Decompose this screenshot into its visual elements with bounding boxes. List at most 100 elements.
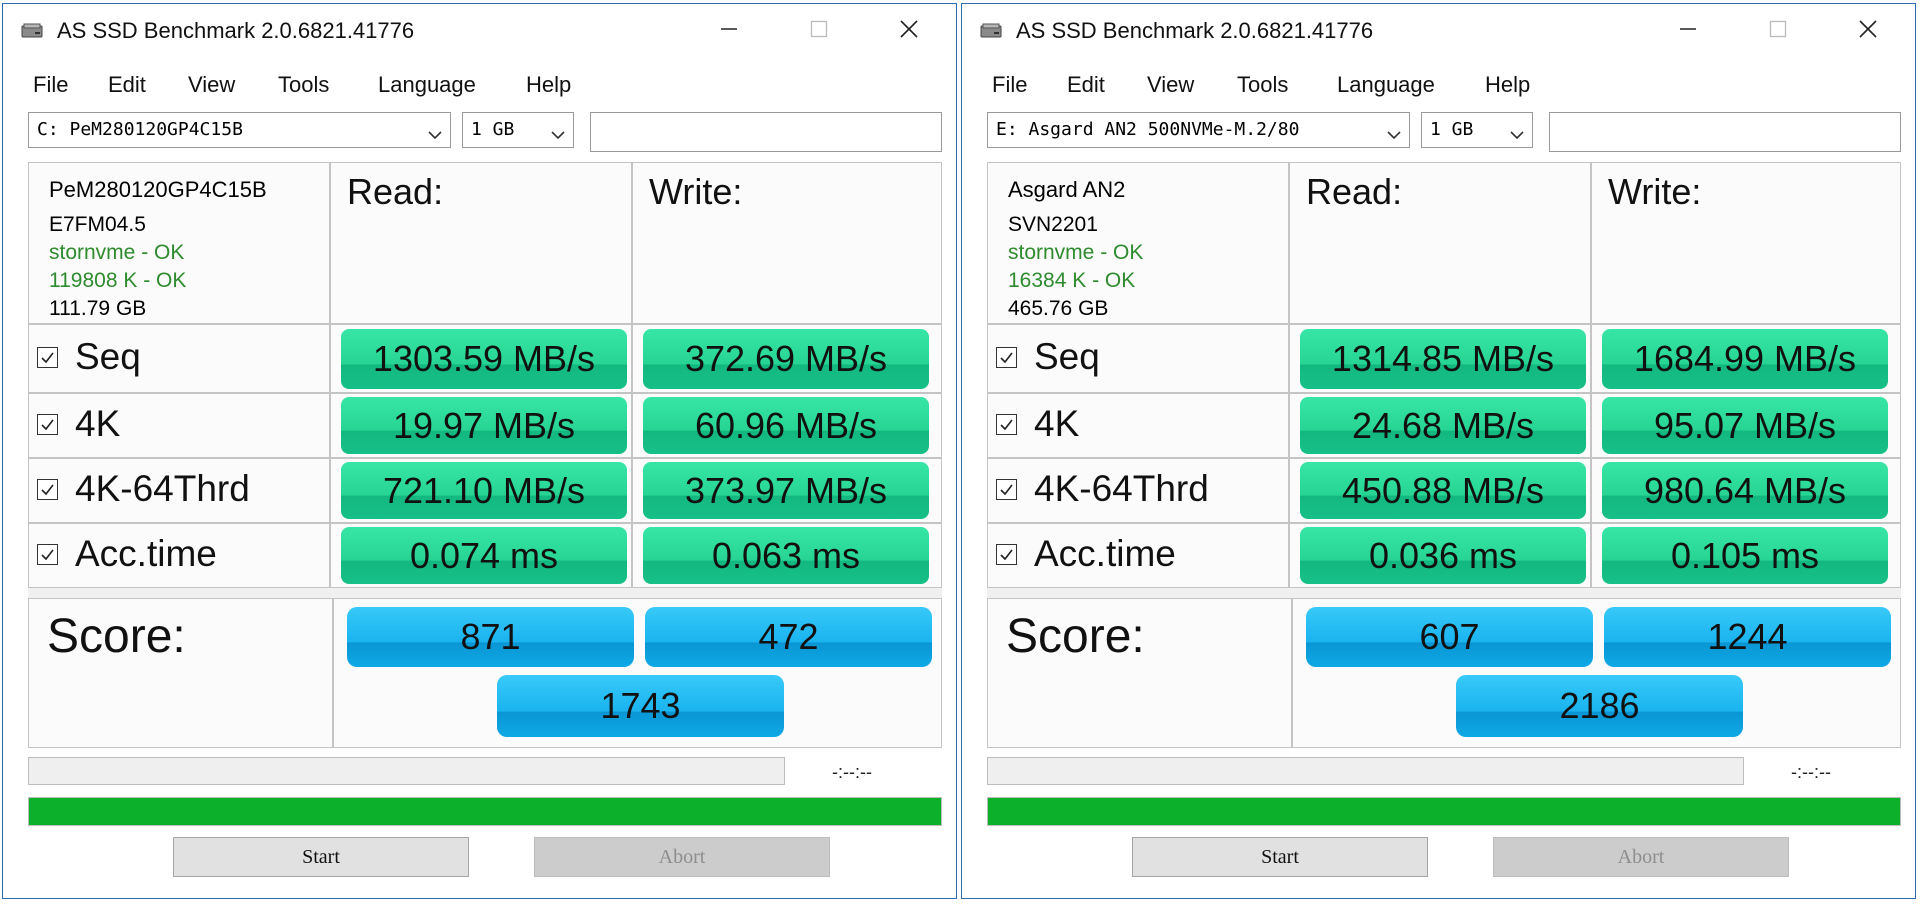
total-score: 2186 — [1456, 675, 1743, 737]
size-select[interactable]: 1 GB — [462, 112, 574, 148]
drive-firmware: E7FM04.5 — [49, 213, 146, 236]
title-bar[interactable]: AS SSD Benchmark 2.0.6821.41776 — [962, 4, 1915, 58]
write-score: 472 — [645, 607, 932, 667]
chevron-down-icon — [1510, 124, 1524, 145]
menu-help[interactable]: Help — [526, 72, 571, 98]
window-title: AS SSD Benchmark 2.0.6821.41776 — [1016, 18, 1374, 43]
seq-write-result: 1684.99 MB/s — [1602, 329, 1888, 389]
close-button[interactable] — [1832, 10, 1904, 52]
chevron-down-icon — [1387, 124, 1401, 145]
drive-icon — [980, 23, 1002, 39]
alignment-status: 16384 K - OK — [1008, 269, 1136, 292]
check-icon — [1000, 352, 1013, 364]
drive-info-panel: PeM280120GP4C15B E7FM04.5 stornvme - OK … — [28, 162, 330, 324]
menu-file[interactable]: File — [992, 72, 1027, 98]
size-select[interactable]: 1 GB — [1421, 112, 1533, 148]
maximize-icon — [1769, 20, 1787, 43]
drive-select[interactable]: C: PeM280120GP4C15B — [28, 112, 451, 148]
title-bar[interactable]: AS SSD Benchmark 2.0.6821.41776 — [3, 4, 956, 58]
minimize-icon — [720, 20, 738, 43]
drive-capacity: 111.79 GB — [49, 297, 147, 320]
test-label-4k-64thrd: 4K-64Thrd — [1034, 468, 1209, 509]
4k-64thrd-write-result: 373.97 MB/s — [643, 462, 929, 519]
4k-64thrd-checkbox[interactable] — [996, 479, 1017, 500]
test-label-acc-time: Acc.time — [1034, 533, 1176, 574]
drive-icon — [21, 23, 43, 39]
benchmark-window-1: AS SSD Benchmark 2.0.6821.41776 File Edi… — [2, 3, 957, 899]
seq-checkbox[interactable] — [996, 347, 1017, 368]
check-icon — [1000, 419, 1013, 431]
maximize-button[interactable] — [1742, 10, 1814, 52]
maximize-button[interactable] — [783, 10, 855, 52]
4k-write-result: 95.07 MB/s — [1602, 397, 1888, 454]
drive-select[interactable]: E: Asgard AN2 500NVMe-M.2/80 — [987, 112, 1410, 148]
read-header-label: Read: — [1306, 171, 1403, 212]
menu-language[interactable]: Language — [378, 72, 476, 98]
seq-write-result: 372.69 MB/s — [643, 329, 929, 389]
menu-bar: File Edit View Tools Language Help — [962, 64, 1915, 100]
4k-64thrd-read-result: 721.10 MB/s — [341, 462, 627, 519]
menu-view[interactable]: View — [188, 72, 235, 98]
drive-model: PeM280120GP4C15B — [49, 177, 267, 202]
minimize-button[interactable] — [1652, 10, 1724, 52]
acc-time-write-result: 0.063 ms — [643, 527, 929, 584]
menu-file[interactable]: File — [33, 72, 68, 98]
4k-64thrd-write-result: 980.64 MB/s — [1602, 462, 1888, 519]
check-icon — [1000, 484, 1013, 496]
test-row-4k-64thrd: 4K-64Thrd — [987, 458, 1289, 523]
notes-input[interactable] — [590, 112, 942, 152]
drive-select-value: C: PeM280120GP4C15B — [37, 119, 243, 140]
close-button[interactable] — [873, 10, 945, 52]
overall-progress-bar — [987, 797, 1901, 826]
menu-view[interactable]: View — [1147, 72, 1194, 98]
check-icon — [1000, 549, 1013, 561]
menu-edit[interactable]: Edit — [1067, 72, 1105, 98]
test-label-4k: 4K — [1034, 403, 1080, 444]
acc-time-checkbox[interactable] — [37, 544, 58, 565]
acc-time-write-result: 0.105 ms — [1602, 527, 1888, 584]
write-header-label: Write: — [1608, 171, 1702, 212]
overall-progress-bar — [28, 797, 942, 826]
menu-language[interactable]: Language — [1337, 72, 1435, 98]
minimize-button[interactable] — [693, 10, 765, 52]
4k-64thrd-checkbox[interactable] — [37, 479, 58, 500]
score-label-cell: Score: — [28, 598, 333, 748]
abort-button[interactable]: Abort — [534, 837, 830, 877]
acc-time-read-result: 0.074 ms — [341, 527, 627, 584]
seq-read-result: 1303.59 MB/s — [341, 329, 627, 389]
abort-button[interactable]: Abort — [1493, 837, 1789, 877]
menu-bar: File Edit View Tools Language Help — [3, 64, 956, 100]
seq-checkbox[interactable] — [37, 347, 58, 368]
drive-model: Asgard AN2 — [1008, 177, 1126, 202]
start-button[interactable]: Start — [173, 837, 469, 877]
elapsed-time: -:--:-- — [832, 762, 872, 782]
benchmark-window-2: AS SSD Benchmark 2.0.6821.41776 File Edi… — [961, 3, 1916, 899]
4k-checkbox[interactable] — [996, 414, 1017, 435]
drive-firmware: SVN2201 — [1008, 213, 1098, 236]
menu-tools[interactable]: Tools — [1237, 72, 1288, 98]
menu-help[interactable]: Help — [1485, 72, 1530, 98]
4k-checkbox[interactable] — [37, 414, 58, 435]
menu-edit[interactable]: Edit — [108, 72, 146, 98]
close-icon — [1858, 19, 1878, 44]
close-icon — [899, 19, 919, 44]
start-button[interactable]: Start — [1132, 837, 1428, 877]
test-progress-bar — [987, 757, 1744, 785]
read-column-header: Read: — [1289, 162, 1591, 324]
acc-time-read-result: 0.036 ms — [1300, 527, 1586, 584]
test-label-seq: Seq — [75, 336, 141, 377]
check-icon — [41, 484, 54, 496]
acc-time-checkbox[interactable] — [996, 544, 1017, 565]
results-grid: PeM280120GP4C15B E7FM04.5 stornvme - OK … — [28, 162, 942, 748]
notes-input[interactable] — [1549, 112, 1901, 152]
test-label-acc-time: Acc.time — [75, 533, 217, 574]
write-column-header: Write: — [632, 162, 942, 324]
chevron-down-icon — [428, 124, 442, 145]
read-header-label: Read: — [347, 171, 444, 212]
4k-64thrd-read-result: 450.88 MB/s — [1300, 462, 1586, 519]
results-grid: Asgard AN2 SVN2201 stornvme - OK 16384 K… — [987, 162, 1901, 748]
menu-tools[interactable]: Tools — [278, 72, 329, 98]
overall-progress-fill — [29, 798, 941, 825]
score-label: Score: — [1006, 610, 1145, 663]
drive-select-value: E: Asgard AN2 500NVMe-M.2/80 — [996, 119, 1300, 140]
